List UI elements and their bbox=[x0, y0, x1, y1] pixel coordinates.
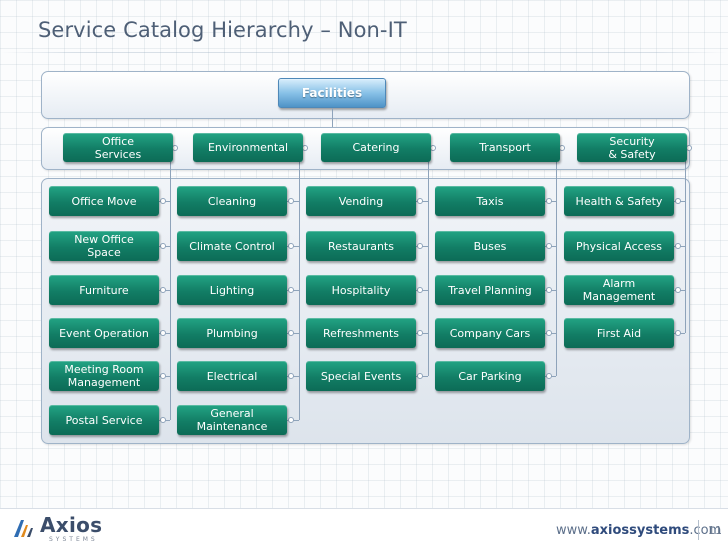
connector-dot bbox=[288, 243, 294, 249]
service-item[interactable]: Health & Safety bbox=[564, 186, 674, 216]
service-item[interactable]: Office Move bbox=[49, 186, 159, 216]
connector-dot bbox=[288, 330, 294, 336]
category-transport[interactable]: Transport bbox=[450, 133, 560, 162]
service-item[interactable]: Lighting bbox=[177, 275, 287, 305]
service-item[interactable]: Taxis bbox=[435, 186, 545, 216]
connector-dot bbox=[288, 287, 294, 293]
category-environmental[interactable]: Environmental bbox=[193, 133, 303, 162]
website-domain: axiossystems bbox=[590, 523, 690, 538]
service-item[interactable]: Hospitality bbox=[306, 275, 416, 305]
service-item[interactable]: Buses bbox=[435, 231, 545, 261]
service-item[interactable]: Vending bbox=[306, 186, 416, 216]
connector-dot bbox=[675, 287, 681, 293]
service-item[interactable]: Alarm Management bbox=[564, 275, 674, 305]
service-item[interactable]: Travel Planning bbox=[435, 275, 545, 305]
category-office-services[interactable]: Office Services bbox=[63, 133, 173, 162]
connector-dot bbox=[160, 373, 166, 379]
connector-line bbox=[685, 147, 686, 333]
category-security-safety[interactable]: Security & Safety bbox=[577, 133, 687, 162]
service-item[interactable]: Physical Access bbox=[564, 231, 674, 261]
connector-dot bbox=[546, 243, 552, 249]
service-item[interactable]: Company Cars bbox=[435, 318, 545, 348]
connector-line bbox=[170, 147, 171, 420]
service-item[interactable]: Postal Service bbox=[49, 405, 159, 435]
root-facilities-box: Facilities bbox=[278, 78, 386, 108]
connector-dot bbox=[160, 198, 166, 204]
service-item[interactable]: Plumbing bbox=[177, 318, 287, 348]
slide-title: Service Catalog Hierarchy – Non-IT bbox=[38, 18, 407, 42]
service-item[interactable]: Cleaning bbox=[177, 186, 287, 216]
connector-dot bbox=[417, 198, 423, 204]
page-number: 11 bbox=[708, 524, 722, 537]
connector-dot bbox=[546, 330, 552, 336]
connector-dot bbox=[417, 373, 423, 379]
website-url[interactable]: www.axiossystems.com bbox=[556, 523, 721, 538]
connector-line bbox=[299, 147, 300, 420]
connector-dot bbox=[160, 330, 166, 336]
connector-dot bbox=[160, 417, 166, 423]
axios-logo-icon bbox=[14, 520, 33, 537]
service-item[interactable]: New Office Space bbox=[49, 231, 159, 261]
service-item[interactable]: Climate Control bbox=[177, 231, 287, 261]
connector-dot bbox=[675, 198, 681, 204]
category-catering[interactable]: Catering bbox=[321, 133, 431, 162]
connector-line bbox=[428, 147, 429, 376]
connector-dot bbox=[288, 373, 294, 379]
connector-line bbox=[556, 147, 557, 376]
connector-dot bbox=[675, 243, 681, 249]
title-rule bbox=[0, 52, 728, 53]
connector-dot bbox=[160, 243, 166, 249]
connector-dot bbox=[417, 287, 423, 293]
service-item[interactable]: Event Operation bbox=[49, 318, 159, 348]
service-item[interactable]: Restaurants bbox=[306, 231, 416, 261]
website-prefix: www. bbox=[556, 523, 591, 538]
connector-dot bbox=[546, 373, 552, 379]
connector-dot bbox=[417, 330, 423, 336]
connector-dot bbox=[417, 243, 423, 249]
connector-dot bbox=[288, 198, 294, 204]
service-item[interactable]: Special Events bbox=[306, 361, 416, 391]
service-item[interactable]: General Maintenance bbox=[177, 405, 287, 435]
logo-subtext: SYSTEMS bbox=[49, 536, 98, 543]
service-item[interactable]: Refreshments bbox=[306, 318, 416, 348]
service-item[interactable]: Furniture bbox=[49, 275, 159, 305]
service-item[interactable]: Meeting Room Management bbox=[49, 361, 159, 391]
connector-dot bbox=[546, 287, 552, 293]
logo-text: Axios bbox=[40, 513, 103, 537]
connector-dot bbox=[546, 198, 552, 204]
service-item[interactable]: Car Parking bbox=[435, 361, 545, 391]
connector-line bbox=[332, 108, 333, 127]
connector-dot bbox=[288, 417, 294, 423]
connector-dot bbox=[160, 287, 166, 293]
connector-dot bbox=[675, 330, 681, 336]
service-item[interactable]: First Aid bbox=[564, 318, 674, 348]
page-number-separator bbox=[698, 520, 699, 540]
service-item[interactable]: Electrical bbox=[177, 361, 287, 391]
